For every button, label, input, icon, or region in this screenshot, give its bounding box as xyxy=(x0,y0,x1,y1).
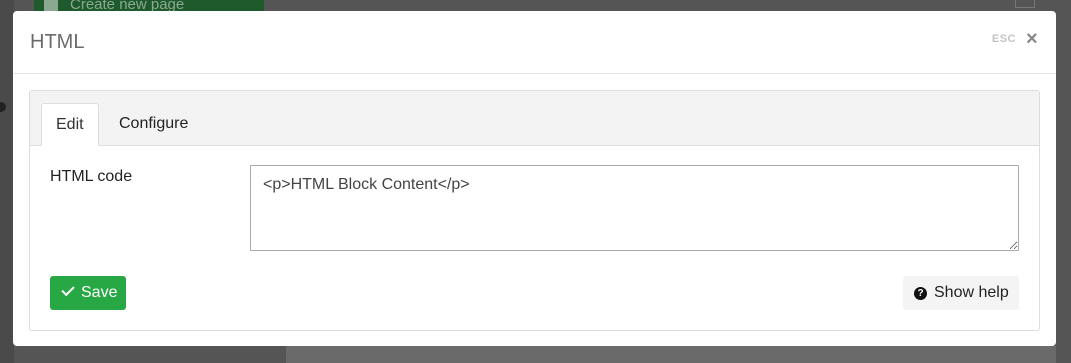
background-sidebar xyxy=(0,0,14,363)
esc-hint: ESC xyxy=(991,33,1016,45)
modal-title: HTML xyxy=(30,31,85,53)
html-code-textarea[interactable]: <p>HTML Block Content</p> xyxy=(250,165,1019,251)
show-help-label: Show help xyxy=(934,284,1009,301)
check-icon xyxy=(61,282,75,297)
tab-bar: Edit Configure xyxy=(30,91,1039,146)
show-help-button[interactable]: ? Show help xyxy=(903,276,1019,310)
background-content-area xyxy=(286,346,1056,363)
html-block-modal: HTML ESC × Edit Configure HTML code <p>H… xyxy=(13,11,1056,346)
save-button-label: Save xyxy=(81,284,118,301)
html-code-label: HTML code xyxy=(50,168,133,185)
modal-header: HTML ESC × xyxy=(13,11,1056,74)
close-icon[interactable]: × xyxy=(1026,29,1040,49)
save-button[interactable]: Save xyxy=(50,276,126,310)
block-form-card: Edit Configure HTML code <p>HTML Block C… xyxy=(29,90,1040,331)
tab-edit[interactable]: Edit xyxy=(41,103,99,146)
background-toolbar-button xyxy=(1015,0,1035,8)
tab-configure[interactable]: Configure xyxy=(105,103,202,146)
question-circle-icon: ? xyxy=(914,287,927,300)
